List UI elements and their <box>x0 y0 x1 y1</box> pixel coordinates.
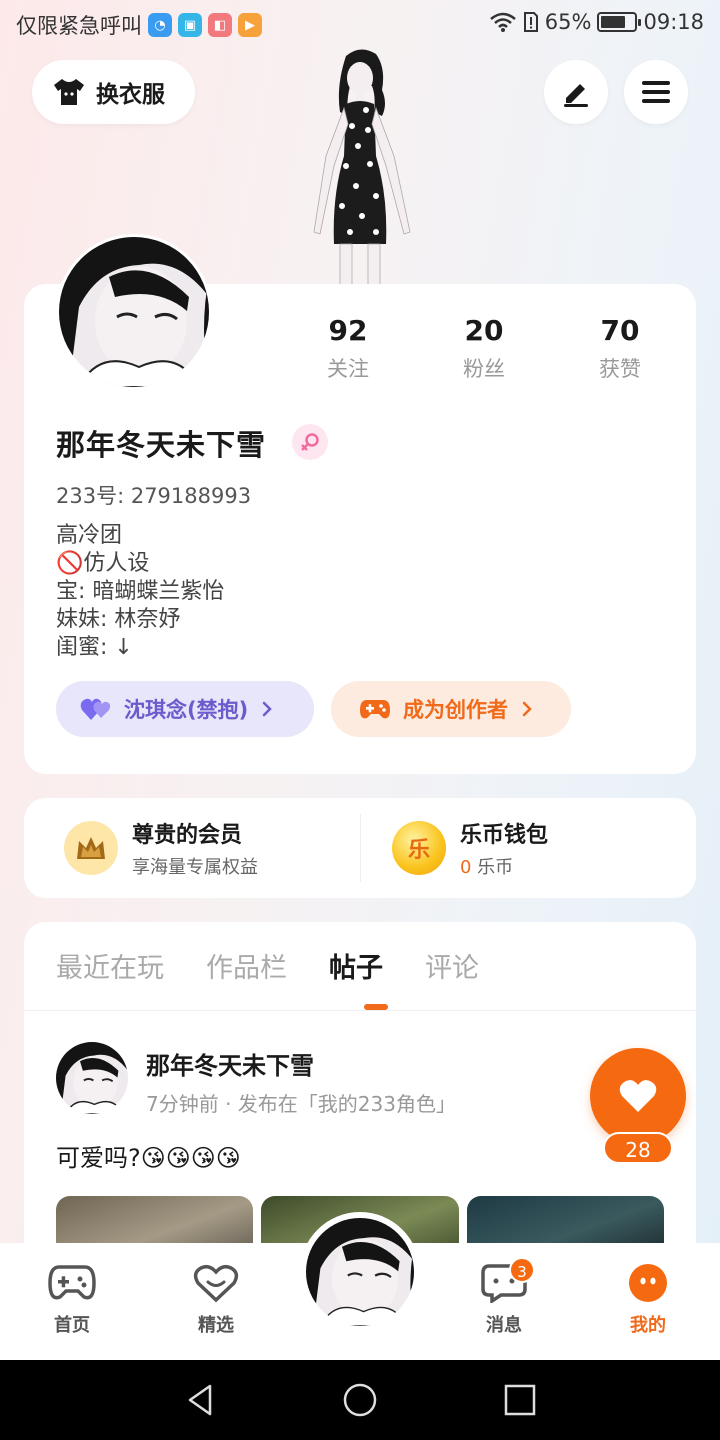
home-icon[interactable] <box>342 1382 378 1418</box>
nav-center-avatar[interactable] <box>300 1212 420 1332</box>
app-notification-icon: ▣ <box>178 13 202 37</box>
sim-alert-icon <box>523 12 538 32</box>
recents-icon[interactable] <box>502 1382 538 1418</box>
female-gender-icon <box>292 424 328 460</box>
change-outfit-button[interactable]: 换衣服 <box>32 60 195 124</box>
battery-percent: 65% <box>544 10 592 34</box>
crown-icon <box>64 821 118 875</box>
become-creator-button[interactable]: 成为创作者 <box>331 681 571 737</box>
gamepad-icon <box>360 700 390 719</box>
nav-label: 我的 <box>630 1315 666 1336</box>
profile-dots-icon <box>629 1264 667 1302</box>
post-author-name[interactable]: 那年冬天未下雪 <box>146 1046 314 1081</box>
stat-followers[interactable]: 20 粉丝 <box>416 314 552 383</box>
menu-button[interactable] <box>624 60 688 124</box>
hamburger-icon <box>642 81 670 103</box>
stat-value: 20 <box>464 314 504 347</box>
avatar-portrait <box>56 1042 128 1114</box>
stat-label: 获赞 <box>599 357 641 381</box>
vip-membership-entry[interactable]: 尊贵的会员 享海量专属权益 <box>64 798 258 898</box>
app-notification-icon: ▶ <box>238 13 262 37</box>
wallet-amount: 0 <box>460 857 472 878</box>
profile-avatar[interactable] <box>56 234 212 390</box>
heart-outline-icon <box>193 1264 239 1303</box>
post-meta: 7分钟前 · 发布在「我的233角色」 <box>146 1092 456 1116</box>
stat-value: 92 <box>328 314 368 347</box>
profile-stats: 92 关注 20 粉丝 70 获赞 <box>280 314 688 383</box>
avatar-portrait <box>59 237 209 387</box>
battery-icon <box>597 12 642 32</box>
post-text: 可爱吗?😘😘😘😘 <box>56 1144 241 1172</box>
stat-label: 粉丝 <box>463 357 505 381</box>
wallet-title: 乐币钱包 <box>460 823 549 848</box>
coin-glyph: 乐 <box>407 838 430 863</box>
guardian-pill-label: 沈琪念(禁抱) <box>124 698 249 722</box>
chevron-right-icon <box>522 701 532 717</box>
feed-tabs: 最近在玩 作品栏 帖子 评论 <box>56 946 479 985</box>
post-author-avatar[interactable] <box>56 1042 128 1114</box>
nav-messages[interactable]: 3 消息 <box>459 1257 549 1337</box>
nav-home[interactable]: 首页 <box>27 1263 117 1337</box>
member-wallet-card: 尊贵的会员 享海量专属权益 乐 乐币钱包 0 乐币 <box>24 798 696 898</box>
back-icon[interactable] <box>182 1382 218 1418</box>
bio-line: 🚫仿人设 <box>56 551 150 576</box>
become-creator-label: 成为创作者 <box>403 698 508 722</box>
vip-subtitle: 享海量专属权益 <box>132 857 258 878</box>
wallet-unit: 乐币 <box>471 857 514 878</box>
bio-line: 闺蜜: ↓ <box>56 635 133 660</box>
tab-posts[interactable]: 帖子 <box>329 946 383 985</box>
divider <box>24 1010 696 1011</box>
avatar-character-figure <box>313 49 411 286</box>
coin-wallet-entry[interactable]: 乐 乐币钱包 0 乐币 <box>392 798 548 898</box>
tab-recently-played[interactable]: 最近在玩 <box>56 946 164 985</box>
status-bar: 仅限紧急呼叫 ◔ ▣ ◧ ▶ 65% 09:18 <box>0 0 720 48</box>
avatar-portrait <box>306 1218 414 1326</box>
tab-comments[interactable]: 评论 <box>425 946 479 985</box>
vip-title: 尊贵的会员 <box>132 823 243 848</box>
stat-likes[interactable]: 70 获赞 <box>552 314 688 383</box>
coin-icon: 乐 <box>392 821 446 875</box>
bio-line: 宝: 暗蝴蝶兰紫怡 <box>56 579 225 604</box>
change-outfit-label: 换衣服 <box>96 82 165 108</box>
nav-label: 精选 <box>198 1315 234 1336</box>
like-button[interactable] <box>590 1048 686 1144</box>
double-heart-icon <box>80 698 111 720</box>
wallet-balance: 0 乐币 <box>460 853 548 879</box>
tab-works[interactable]: 作品栏 <box>206 946 287 985</box>
nav-me[interactable]: 我的 <box>603 1263 693 1337</box>
carrier-text: 仅限紧急呼叫 <box>16 14 142 38</box>
stat-following[interactable]: 92 关注 <box>280 314 416 383</box>
heart-icon <box>619 1080 657 1112</box>
stat-value: 70 <box>600 314 640 347</box>
divider <box>360 814 361 882</box>
bio-line: 高冷团 <box>56 523 123 548</box>
message-badge: 3 <box>509 1257 535 1283</box>
guardian-pill-button[interactable]: 沈琪念(禁抱) <box>56 681 314 737</box>
profile-bio: 高冷团 🚫仿人设 宝: 暗蝴蝶兰紫怡 妹妹: 林奈妤 闺蜜: ↓ <box>56 522 224 662</box>
clock: 09:18 <box>643 10 704 34</box>
nav-label: 首页 <box>54 1315 90 1336</box>
gamepad-icon <box>48 1265 96 1300</box>
chevron-right-icon <box>262 701 272 717</box>
user-id: 233号: 279188993 <box>56 484 252 508</box>
profile-nickname: 那年冬天未下雪 <box>56 428 267 462</box>
pen-icon <box>564 84 588 107</box>
like-count: 28 <box>603 1132 673 1164</box>
stat-label: 关注 <box>327 357 369 381</box>
system-navigation-bar <box>0 1360 720 1440</box>
app-notification-icon: ◧ <box>208 13 232 37</box>
app-notification-icon: ◔ <box>148 13 172 37</box>
tshirt-icon <box>54 79 84 105</box>
bio-line: 妹妹: 林奈妤 <box>56 607 181 632</box>
edit-profile-button[interactable] <box>544 60 608 124</box>
nav-featured[interactable]: 精选 <box>171 1263 261 1337</box>
nav-label: 消息 <box>486 1315 522 1336</box>
wifi-icon <box>489 12 516 32</box>
